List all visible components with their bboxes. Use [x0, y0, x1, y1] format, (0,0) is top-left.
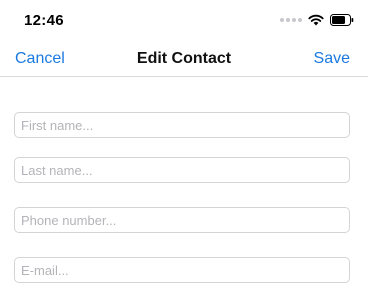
wifi-icon [308, 14, 324, 26]
battery-icon [330, 14, 354, 26]
status-icons [280, 14, 354, 26]
status-bar: 12:46 [0, 0, 368, 42]
status-time: 12:46 [24, 12, 64, 29]
nav-bar: Cancel Edit Contact Save [0, 42, 368, 77]
phone-number-input[interactable] [14, 207, 350, 233]
last-name-input[interactable] [14, 157, 350, 183]
save-button[interactable]: Save [314, 50, 350, 68]
signal-dots-icon [280, 18, 302, 22]
first-name-input[interactable] [14, 112, 350, 138]
email-input[interactable] [14, 257, 350, 283]
